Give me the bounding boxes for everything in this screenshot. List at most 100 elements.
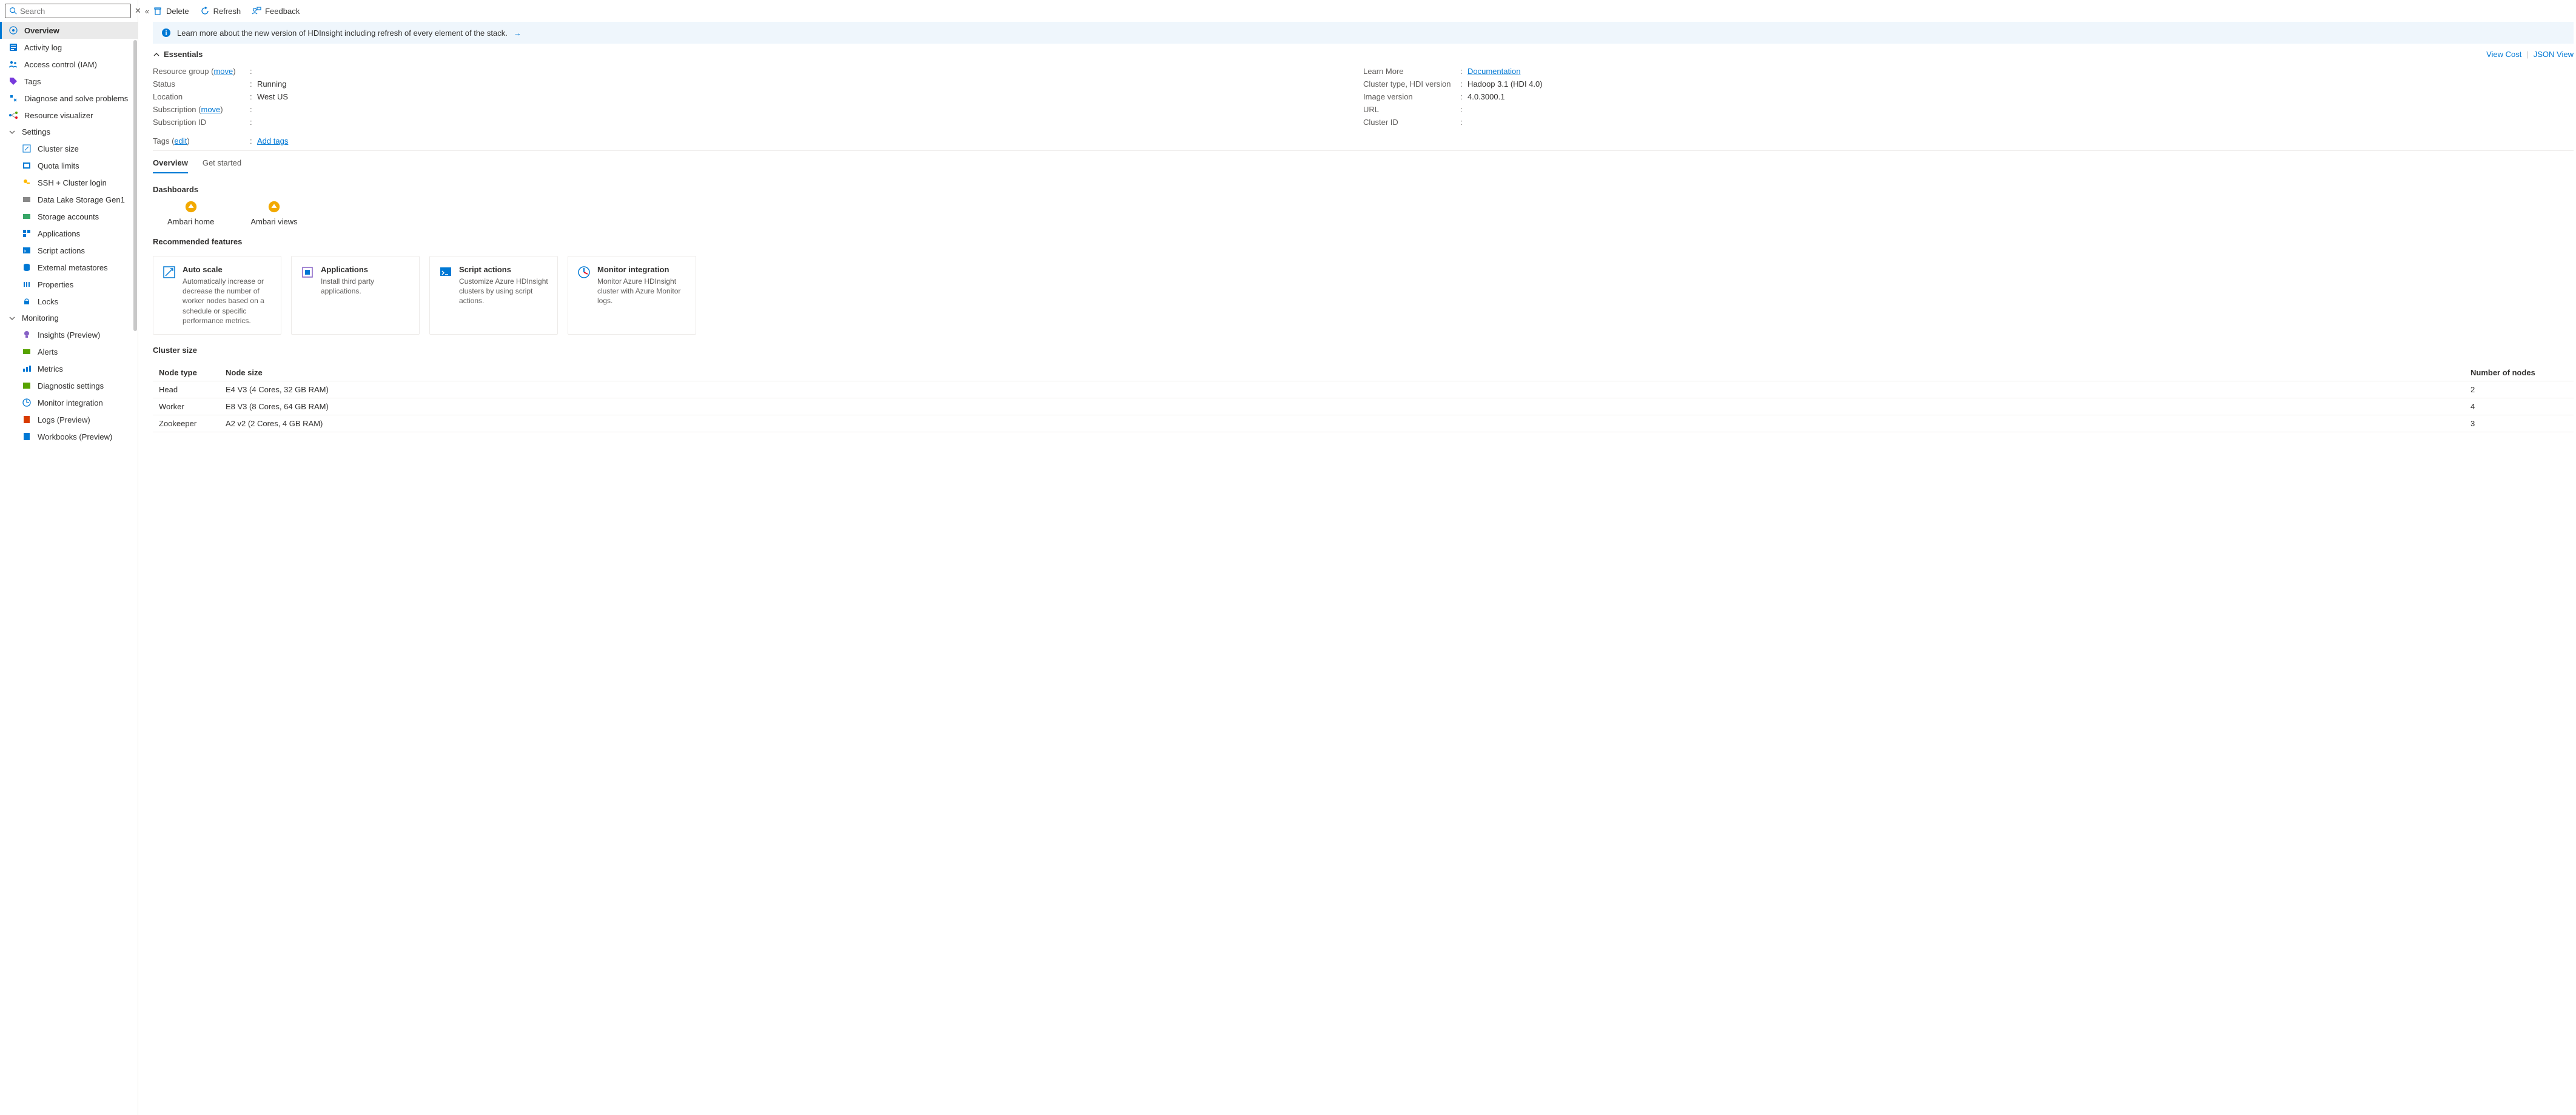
card-applications[interactable]: ApplicationsInstall third party applicat… — [291, 256, 420, 335]
nav-label: Locks — [38, 297, 58, 306]
card-script-actions[interactable]: Script actionsCustomize Azure HDInsight … — [429, 256, 558, 335]
move-resource-group-link[interactable]: move — [213, 67, 233, 76]
feedback-button[interactable]: Feedback — [252, 6, 300, 16]
cluster-size-table: Node type Node size Number of nodes Head… — [153, 364, 2574, 432]
sidebar-item-resource-visualizer[interactable]: Resource visualizer — [0, 107, 138, 124]
sidebar-item-dls[interactable]: Data Lake Storage Gen1 — [0, 191, 138, 208]
sidebar-item-insights[interactable]: Insights (Preview) — [0, 326, 138, 343]
sidebar-item-monitor-integration[interactable]: Monitor integration — [0, 394, 138, 411]
logs-icon — [22, 415, 32, 424]
sidebar-item-diagnostic-settings[interactable]: Diagnostic settings — [0, 377, 138, 394]
label-status: Status — [153, 79, 250, 89]
sidebar-item-metastores[interactable]: External metastores — [0, 259, 138, 276]
info-banner[interactable]: i Learn more about the new version of HD… — [153, 22, 2574, 44]
sidebar-item-diagnose[interactable]: Diagnose and solve problems — [0, 90, 138, 107]
nav-label: Cluster size — [38, 144, 79, 153]
refresh-icon — [200, 6, 210, 16]
sidebar-item-activity-log[interactable]: Activity log — [0, 39, 138, 56]
nav-label: Monitor integration — [38, 398, 103, 407]
sidebar-item-workbooks[interactable]: Workbooks (Preview) — [0, 428, 138, 445]
cell-type: Head — [159, 385, 226, 394]
value-cluster-type: Hadoop 3.1 (HDI 4.0) — [1467, 79, 2574, 89]
card-monitor-integration[interactable]: Monitor integrationMonitor Azure HDInsig… — [568, 256, 696, 335]
dashboard-label: Ambari home — [167, 217, 214, 226]
sidebar-group-settings[interactable]: Settings — [0, 124, 138, 140]
dashboard-label: Ambari views — [250, 217, 297, 226]
group-label: Monitoring — [22, 313, 59, 323]
sidebar-item-quota[interactable]: Quota limits — [0, 157, 138, 174]
info-icon: i — [161, 28, 171, 38]
dashboard-ambari-views[interactable]: Ambari views — [250, 200, 297, 226]
edit-tags-link[interactable]: edit — [174, 136, 187, 146]
activity-log-icon — [8, 42, 18, 52]
sidebar-item-storage[interactable]: Storage accounts — [0, 208, 138, 225]
chevron-down-icon — [8, 129, 16, 136]
label-image-version: Image version — [1363, 92, 1460, 101]
scrollbar[interactable] — [133, 40, 137, 331]
nav-label: Access control (IAM) — [24, 60, 97, 69]
tab-overview[interactable]: Overview — [153, 153, 188, 173]
sidebar-item-properties[interactable]: Properties — [0, 276, 138, 293]
nav-label: Storage accounts — [38, 212, 99, 221]
sidebar-item-overview[interactable]: Overview — [0, 22, 138, 39]
label-cluster-type: Cluster type, HDI version — [1363, 79, 1460, 89]
nav-label: Metrics — [38, 364, 63, 373]
sidebar-item-logs[interactable]: Logs (Preview) — [0, 411, 138, 428]
sidebar-item-metrics[interactable]: Metrics — [0, 360, 138, 377]
overview-icon — [8, 25, 18, 35]
sidebar-item-locks[interactable]: Locks — [0, 293, 138, 310]
sidebar-item-tags[interactable]: Tags — [0, 73, 138, 90]
nav-label: Tags — [24, 77, 41, 86]
sidebar-item-ssh[interactable]: SSH + Cluster login — [0, 174, 138, 191]
sidebar-item-cluster-size[interactable]: Cluster size — [0, 140, 138, 157]
add-tags-link[interactable]: Add tags — [257, 136, 288, 146]
storage-icon — [22, 212, 32, 221]
table-row[interactable]: Head E4 V3 (4 Cores, 32 GB RAM) 2 — [153, 381, 2574, 398]
table-row[interactable]: Zookeeper A2 v2 (2 Cores, 4 GB RAM) 3 — [153, 415, 2574, 432]
label-tags: Tags — [153, 136, 169, 146]
chevron-up-icon[interactable] — [153, 51, 160, 58]
nav-label: Resource visualizer — [24, 111, 93, 120]
sidebar-group-monitoring[interactable]: Monitoring — [0, 310, 138, 326]
sidebar-item-iam[interactable]: Access control (IAM) — [0, 56, 138, 73]
json-view-link[interactable]: JSON View — [2534, 50, 2574, 59]
features-heading: Recommended features — [153, 237, 2574, 246]
search-icon — [9, 7, 18, 15]
tab-get-started[interactable]: Get started — [203, 153, 241, 173]
toolbar-label: Refresh — [213, 7, 241, 16]
refresh-button[interactable]: Refresh — [200, 6, 241, 16]
col-node-type: Node type — [159, 368, 226, 377]
info-text: Learn more about the new version of HDIn… — [177, 28, 508, 38]
essentials-title: Essentials — [164, 50, 203, 59]
chevron-down-icon — [8, 315, 16, 322]
table-row[interactable]: Worker E8 V3 (8 Cores, 64 GB RAM) 4 — [153, 398, 2574, 415]
view-cost-link[interactable]: View Cost — [2486, 50, 2521, 59]
key-icon — [22, 178, 32, 187]
card-auto-scale[interactable]: Auto scaleAutomatically increase or decr… — [153, 256, 281, 335]
script-icon — [22, 246, 32, 255]
table-header: Node type Node size Number of nodes — [153, 364, 2574, 381]
cell-type: Zookeeper — [159, 419, 226, 428]
sidebar-item-script-actions[interactable]: Script actions — [0, 242, 138, 259]
move-subscription-link[interactable]: move — [201, 105, 221, 114]
nav-label: Data Lake Storage Gen1 — [38, 195, 125, 204]
nav-label: SSH + Cluster login — [38, 178, 107, 187]
cell-size: A2 v2 (2 Cores, 4 GB RAM) — [226, 419, 2470, 428]
sidebar-item-applications[interactable]: Applications — [0, 225, 138, 242]
storage-gen1-icon — [22, 195, 32, 204]
sidebar-item-alerts[interactable]: Alerts — [0, 343, 138, 360]
nav-label: Diagnose and solve problems — [24, 94, 128, 103]
diagnostic-icon — [22, 381, 32, 390]
monitor-icon — [22, 398, 32, 407]
cluster-size-heading: Cluster size — [153, 346, 2574, 355]
delete-button[interactable]: Delete — [153, 6, 189, 16]
ambari-icon — [184, 200, 198, 213]
search-input[interactable] — [20, 7, 127, 16]
dashboard-ambari-home[interactable]: Ambari home — [167, 200, 214, 226]
nav-label: Workbooks (Preview) — [38, 432, 112, 441]
documentation-link[interactable]: Documentation — [1467, 67, 1520, 76]
essentials-grid: Resource group (move): Status:Running Lo… — [153, 65, 2574, 129]
monitor-integration-icon — [577, 265, 591, 280]
search-box[interactable] — [5, 4, 131, 18]
card-title: Applications — [321, 265, 411, 274]
